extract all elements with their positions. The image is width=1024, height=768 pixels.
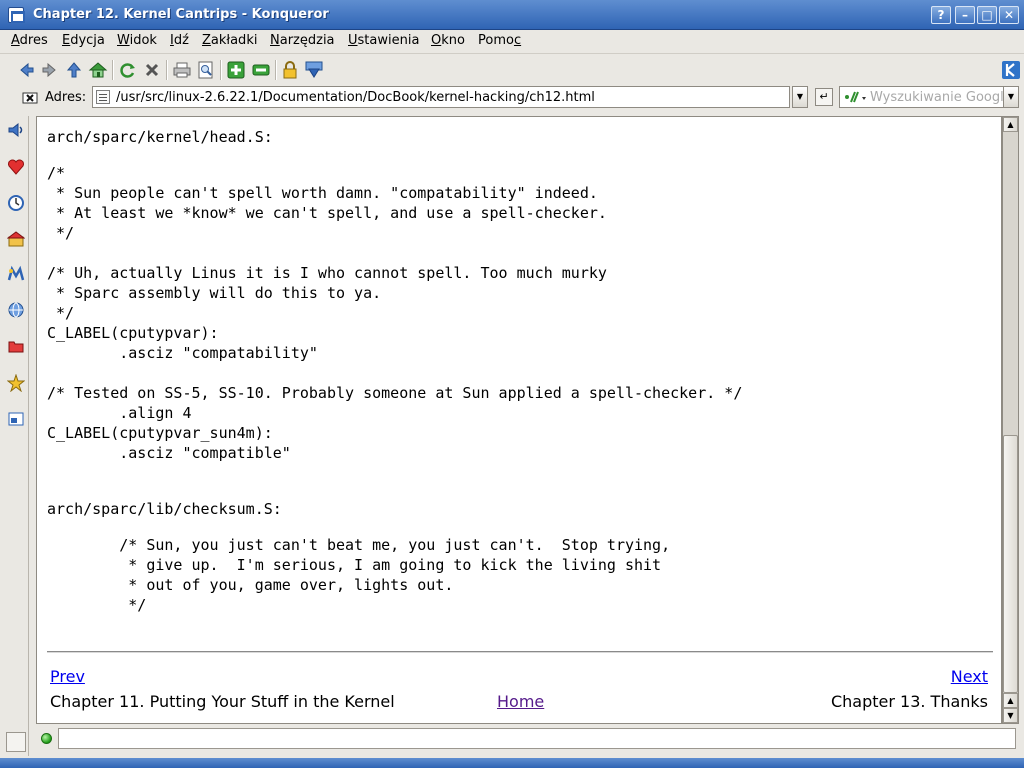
- file-path-checksum: arch/sparc/lib/checksum.S:: [47, 500, 282, 518]
- bookmarks-icon[interactable]: [6, 157, 26, 177]
- home-icon[interactable]: [87, 59, 109, 81]
- help-button[interactable]: ?: [931, 6, 951, 24]
- zoom-out-icon[interactable]: [250, 59, 272, 81]
- search-input[interactable]: [870, 89, 1008, 105]
- scroll-up-button[interactable]: ▲: [1003, 117, 1018, 132]
- security-lock-icon[interactable]: [279, 59, 301, 81]
- toolbar-separator: [275, 60, 277, 80]
- file-path-head: arch/sparc/kernel/head.S:: [47, 128, 273, 146]
- print-icon[interactable]: [171, 59, 193, 81]
- url-text: /usr/src/linux-2.6.22.1/Documentation/Do…: [116, 90, 595, 105]
- forward-icon[interactable]: [39, 59, 61, 81]
- menu-edycja[interactable]: Edycja: [62, 33, 105, 48]
- scroll-thumb[interactable]: [1003, 435, 1018, 693]
- url-dropdown-button[interactable]: ▼: [792, 86, 808, 108]
- panel-toggle-button[interactable]: [6, 732, 26, 752]
- home-folder-icon[interactable]: [6, 229, 26, 249]
- toolbar-separator: [166, 60, 168, 80]
- menu-ustawienia[interactable]: Ustawienia: [348, 33, 419, 48]
- konqueror-icon[interactable]: [8, 7, 25, 23]
- menu-bar: Adres Edycja Widok Idź Zakładki Narzędzi…: [0, 30, 1024, 52]
- url-input[interactable]: /usr/src/linux-2.6.22.1/Documentation/Do…: [92, 86, 790, 108]
- window-frame-bottom[interactable]: [0, 758, 1024, 768]
- menu-widok[interactable]: Widok: [117, 33, 157, 48]
- clear-location-icon[interactable]: [21, 89, 39, 107]
- back-icon[interactable]: [15, 59, 37, 81]
- menu-idz[interactable]: Idź: [170, 33, 189, 48]
- next-link[interactable]: Next: [951, 667, 988, 686]
- close-button[interactable]: ✕: [999, 6, 1019, 24]
- vertical-scrollbar[interactable]: ▲ ▲ ▼: [1002, 116, 1019, 724]
- document-icon: [96, 90, 110, 104]
- services-icon[interactable]: [6, 264, 26, 284]
- footer-divider: [47, 651, 993, 653]
- search-provider-icon[interactable]: [843, 89, 869, 105]
- zoom-in-icon[interactable]: [225, 59, 247, 81]
- menu-pomoc[interactable]: Pomoc: [478, 33, 521, 48]
- minimize-button[interactable]: –: [955, 6, 975, 24]
- home-link[interactable]: Home: [497, 692, 544, 711]
- menu-okno[interactable]: Okno: [431, 33, 465, 48]
- media-player-icon[interactable]: [6, 120, 26, 140]
- network-icon[interactable]: [6, 300, 26, 320]
- reload-icon[interactable]: [117, 59, 139, 81]
- page-content: arch/sparc/kernel/head.S: /* * Sun peopl…: [36, 116, 1002, 724]
- location-bar: Adres: /usr/src/linux-2.6.22.1/Documenta…: [0, 85, 1024, 112]
- toolbar-separator: [112, 60, 114, 80]
- prev-link[interactable]: Prev: [50, 667, 85, 686]
- navigation-panel: [3, 116, 29, 756]
- code-block-head: /* * Sun people can't spell worth damn. …: [47, 164, 743, 462]
- kde-logo-icon[interactable]: [1000, 59, 1022, 81]
- status-text: [58, 728, 1016, 749]
- scroll-up-button-lower[interactable]: ▲: [1003, 693, 1018, 708]
- prev-chapter-title: Chapter 11. Putting Your Stuff in the Ke…: [50, 692, 395, 711]
- download-icon[interactable]: [303, 59, 325, 81]
- toolbar-separator: [220, 60, 222, 80]
- print-preview-icon[interactable]: [195, 59, 217, 81]
- maximize-button[interactable]: □: [977, 6, 997, 24]
- code-block-checksum: /* Sun, you just can't beat me, you just…: [119, 536, 671, 614]
- search-box[interactable]: [839, 86, 1009, 108]
- root-folder-icon[interactable]: [6, 336, 26, 356]
- devices-icon[interactable]: [6, 409, 26, 429]
- favorites-icon[interactable]: [6, 373, 26, 393]
- menu-narzedzia[interactable]: Narzędzia: [270, 33, 335, 48]
- address-label: Adres:: [45, 90, 87, 105]
- scroll-down-button[interactable]: ▼: [1003, 708, 1018, 723]
- main-toolbar: [0, 53, 1024, 85]
- menu-zakladki[interactable]: Zakładki: [202, 33, 257, 48]
- status-bar: [36, 727, 1020, 751]
- go-button[interactable]: ↵: [815, 88, 833, 106]
- history-icon[interactable]: [6, 193, 26, 213]
- window-title: Chapter 12. Kernel Cantrips - Konqueror: [33, 7, 329, 22]
- next-chapter-title: Chapter 13. Thanks: [830, 692, 988, 711]
- title-bar[interactable]: Chapter 12. Kernel Cantrips - Konqueror …: [0, 0, 1024, 30]
- status-light-icon: [41, 733, 52, 744]
- menu-adres[interactable]: Adres: [11, 33, 48, 48]
- stop-icon[interactable]: [141, 59, 163, 81]
- up-icon[interactable]: [63, 59, 85, 81]
- search-dropdown-button[interactable]: ▼: [1003, 86, 1019, 108]
